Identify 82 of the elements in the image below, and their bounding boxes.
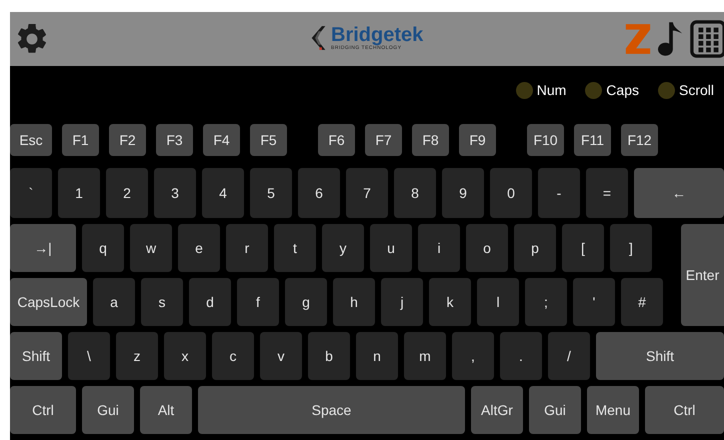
backspace-key[interactable]: ← — [634, 168, 724, 218]
key[interactable]: u — [370, 224, 412, 272]
key[interactable]: m — [404, 332, 446, 380]
key[interactable]: v — [260, 332, 302, 380]
key[interactable]: ' — [573, 278, 615, 326]
key[interactable]: o — [466, 224, 508, 272]
function-key[interactable]: F6 — [318, 124, 355, 156]
function-key[interactable]: F2 — [109, 124, 146, 156]
music-note-icon[interactable] — [658, 20, 684, 58]
key[interactable]: i — [418, 224, 460, 272]
enter-key[interactable]: Enter — [681, 224, 724, 326]
key[interactable]: 6 — [298, 168, 340, 218]
function-key[interactable]: F12 — [621, 124, 658, 156]
function-key[interactable]: F9 — [459, 124, 496, 156]
key[interactable]: g — [285, 278, 327, 326]
function-key[interactable]: F10 — [527, 124, 564, 156]
key[interactable]: 3 — [154, 168, 196, 218]
altgr-key[interactable]: AltGr — [471, 386, 523, 434]
key[interactable]: f — [237, 278, 279, 326]
key[interactable]: h — [333, 278, 375, 326]
key[interactable]: 2 — [106, 168, 148, 218]
key[interactable]: - — [538, 168, 580, 218]
key[interactable]: , — [452, 332, 494, 380]
key[interactable]: q — [82, 224, 124, 272]
key[interactable]: = — [586, 168, 628, 218]
indicator-label: Scroll — [678, 82, 714, 98]
key[interactable]: ; — [525, 278, 567, 326]
key[interactable]: 7 — [346, 168, 388, 218]
menu-key[interactable]: Menu — [587, 386, 639, 434]
key[interactable]: y — [322, 224, 364, 272]
key[interactable]: # — [621, 278, 663, 326]
control-key[interactable]: Ctrl — [645, 386, 724, 434]
function-key[interactable]: F11 — [574, 124, 611, 156]
key[interactable]: z — [116, 332, 158, 380]
key[interactable]: e — [178, 224, 220, 272]
function-key[interactable]: F1 — [62, 124, 99, 156]
brand-name: Bridgetek — [331, 25, 424, 45]
key[interactable]: s — [141, 278, 183, 326]
function-key[interactable]: F4 — [203, 124, 240, 156]
indicator-label: Num — [536, 82, 566, 98]
gui-key[interactable]: Gui — [82, 386, 134, 434]
key[interactable]: r — [226, 224, 268, 272]
keypad-icon[interactable] — [690, 19, 724, 59]
function-key[interactable]: F8 — [412, 124, 449, 156]
key[interactable]: . — [500, 332, 542, 380]
key[interactable]: c — [212, 332, 254, 380]
key[interactable]: ] — [610, 224, 652, 272]
indicator-label: Caps — [606, 82, 639, 98]
key[interactable]: w — [130, 224, 172, 272]
key[interactable]: 8 — [394, 168, 436, 218]
function-key[interactable]: F3 — [156, 124, 193, 156]
key[interactable]: a — [93, 278, 135, 326]
key[interactable]: k — [429, 278, 471, 326]
function-key[interactable]: F5 — [250, 124, 287, 156]
key[interactable]: n — [356, 332, 398, 380]
alt-key[interactable]: Alt — [140, 386, 192, 434]
key[interactable]: j — [381, 278, 423, 326]
key[interactable]: 4 — [202, 168, 244, 218]
shift-key[interactable]: Shift — [10, 332, 62, 380]
key[interactable]: / — [548, 332, 590, 380]
key[interactable]: d — [189, 278, 231, 326]
key[interactable]: 9 — [442, 168, 484, 218]
control-key[interactable]: Ctrl — [10, 386, 76, 434]
space-key[interactable]: Space — [198, 386, 465, 434]
shift-key[interactable]: Shift — [596, 332, 724, 380]
escape-key[interactable]: Esc — [10, 124, 52, 156]
key[interactable]: 5 — [250, 168, 292, 218]
key[interactable]: 0 — [490, 168, 532, 218]
tab-key[interactable]: →| — [10, 224, 76, 272]
gui-key[interactable]: Gui — [529, 386, 581, 434]
key[interactable]: p — [514, 224, 556, 272]
function-key[interactable]: F7 — [365, 124, 402, 156]
key[interactable]: b — [308, 332, 350, 380]
logo-icon — [310, 24, 327, 52]
key[interactable]: ` — [10, 168, 52, 218]
key[interactable]: x — [164, 332, 206, 380]
key[interactable]: \ — [68, 332, 110, 380]
key[interactable]: t — [274, 224, 316, 272]
key[interactable]: 1 — [58, 168, 100, 218]
caps-lock-key[interactable]: CapsLock — [10, 278, 87, 326]
key[interactable]: l — [477, 278, 519, 326]
key[interactable]: [ — [562, 224, 604, 272]
